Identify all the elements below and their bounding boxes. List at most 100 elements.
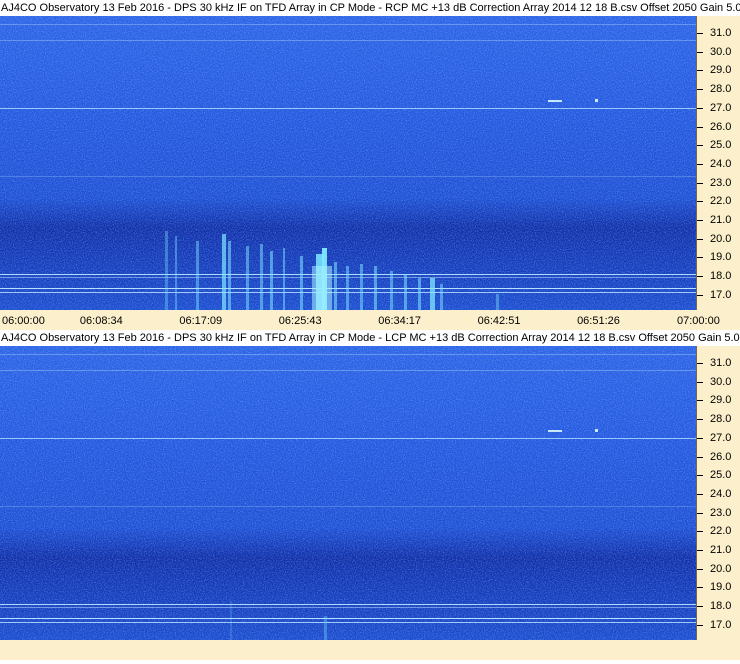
time-axis-lcp: [0, 640, 740, 660]
y-tick-label: 27.0: [710, 101, 732, 114]
emission-streak: [404, 274, 407, 310]
frequency-axis-rcp: 31.0 30.0 29.0 28.0 27.0 26.0 25.0 24.0 23.0 22.0…: [696, 16, 740, 310]
y-tick-mark: [697, 276, 703, 278]
y-tick-label: 29.0: [710, 64, 732, 77]
signal-marker: [548, 430, 562, 432]
y-tick-mark: [697, 257, 703, 259]
y-tick-mark: [697, 201, 703, 203]
emission-streak: [300, 256, 303, 310]
y-tick-mark: [697, 381, 703, 383]
y-tick-mark: [697, 437, 703, 439]
spectrogram-image-lcp: [0, 346, 696, 640]
y-tick-mark: [697, 475, 703, 477]
y-tick-label: 26.0: [710, 120, 732, 133]
y-tick-mark: [697, 163, 703, 165]
y-tick-label: 27.0: [710, 431, 732, 444]
y-tick-mark: [697, 419, 703, 421]
y-tick-mark: [697, 512, 703, 514]
spectrogram-svg: [0, 346, 696, 640]
y-tick-mark: [697, 220, 703, 221]
emission-streak: [196, 241, 199, 310]
emission-streak: [283, 248, 285, 310]
noise-layer: [0, 16, 696, 310]
y-tick-label: 17.0: [710, 618, 732, 631]
interference-line: [0, 108, 696, 109]
y-tick-label: 25.0: [710, 139, 732, 152]
y-tick-label: 31.0: [710, 357, 732, 369]
signal-marker: [548, 100, 562, 102]
frequency-axis-lcp: 31.0 30.0 29.0 28.0 27.0 26.0 25.0 24.0 23.0 22.0…: [696, 346, 740, 640]
emission-streak: [334, 262, 337, 310]
emission-core: [312, 266, 332, 310]
y-tick-label: 24.0: [710, 157, 732, 170]
interference-line: [0, 370, 696, 371]
y-tick-mark: [697, 456, 703, 458]
y-tick-mark: [697, 531, 703, 533]
y-tick-label: 18.0: [710, 600, 732, 613]
signal-marker: [595, 429, 598, 432]
y-tick-label: 26.0: [710, 450, 732, 463]
y-tick-mark: [697, 51, 703, 53]
x-tick-label: 06:51:26: [577, 315, 620, 327]
y-tick-label: 21.0: [710, 544, 732, 556]
y-tick-label: 21.0: [710, 214, 732, 226]
y-tick-mark: [697, 70, 703, 72]
y-tick-label: 19.0: [710, 251, 732, 264]
spectrogram-panel-lcp: AJ4CO Observatory 13 Feb 2016 - DPS 30 k…: [0, 330, 740, 664]
x-tick-label: 06:08:34: [79, 315, 123, 327]
y-tick-label: 18.0: [710, 270, 732, 283]
y-tick-mark: [697, 400, 703, 402]
y-tick-label: 25.0: [710, 469, 732, 482]
emission-streak: [418, 278, 421, 310]
interference-line: [0, 618, 696, 619]
emission-streak: [374, 266, 377, 310]
y-tick-label: 30.0: [710, 375, 732, 388]
y-tick-mark: [697, 145, 703, 147]
x-tick-label: 06:25:43: [278, 315, 322, 327]
y-tick-mark: [697, 89, 703, 91]
emission-streak: [260, 244, 263, 310]
emission-streak: [496, 294, 499, 310]
signal-marker: [595, 99, 598, 102]
spectrogram-panel-rcp: AJ4CO Observatory 13 Feb 2016 - DPS 30 k…: [0, 0, 740, 330]
y-tick-mark: [697, 33, 703, 34]
interference-line: [0, 40, 696, 41]
y-tick-label: 24.0: [710, 487, 732, 500]
y-tick-mark: [697, 606, 703, 608]
y-tick-mark: [697, 550, 703, 551]
y-tick-mark: [697, 568, 703, 570]
y-tick-label: 22.0: [710, 195, 732, 208]
y-tick-label: 30.0: [710, 45, 732, 58]
emission-streak: [230, 601, 232, 640]
x-tick-label: 07:00:00: [677, 315, 720, 327]
x-tick-label: 06:00:00: [2, 315, 45, 327]
y-tick-mark: [697, 624, 703, 626]
interference-line: [0, 607, 696, 608]
y-tick-label: 28.0: [710, 83, 732, 96]
y-tick-label: 23.0: [710, 506, 732, 519]
x-tick-label: 06:17:09: [179, 315, 223, 327]
emission-streak: [175, 236, 177, 310]
interference-line: [0, 354, 696, 355]
y-tick-label: 22.0: [710, 525, 732, 538]
y-tick-label: 28.0: [710, 413, 732, 426]
y-tick-label: 29.0: [710, 394, 732, 407]
y-tick-mark: [697, 363, 703, 364]
y-tick-label: 17.0: [710, 288, 732, 301]
x-tick-label: 06:42:51: [477, 315, 521, 327]
emission-streak: [346, 266, 349, 310]
interference-line: [0, 176, 696, 177]
spectrogram-svg: [0, 16, 696, 310]
y-tick-mark: [697, 493, 703, 495]
emission-streak: [360, 264, 363, 310]
noise-layer: [0, 346, 696, 640]
panel-title-lcp: AJ4CO Observatory 13 Feb 2016 - DPS 30 k…: [0, 330, 740, 346]
time-axis-rcp: 06:00:00 06:08:34 06:17:09 06:25:43 06:34:17…: [0, 310, 740, 330]
y-tick-label: 23.0: [710, 176, 732, 189]
y-tick-label: 31.0: [710, 27, 732, 39]
y-tick-mark: [697, 107, 703, 109]
emission-streak: [222, 234, 226, 310]
y-tick-mark: [697, 238, 703, 240]
y-tick-label: 19.0: [710, 581, 732, 594]
spectrogram-image-rcp: [0, 16, 696, 310]
